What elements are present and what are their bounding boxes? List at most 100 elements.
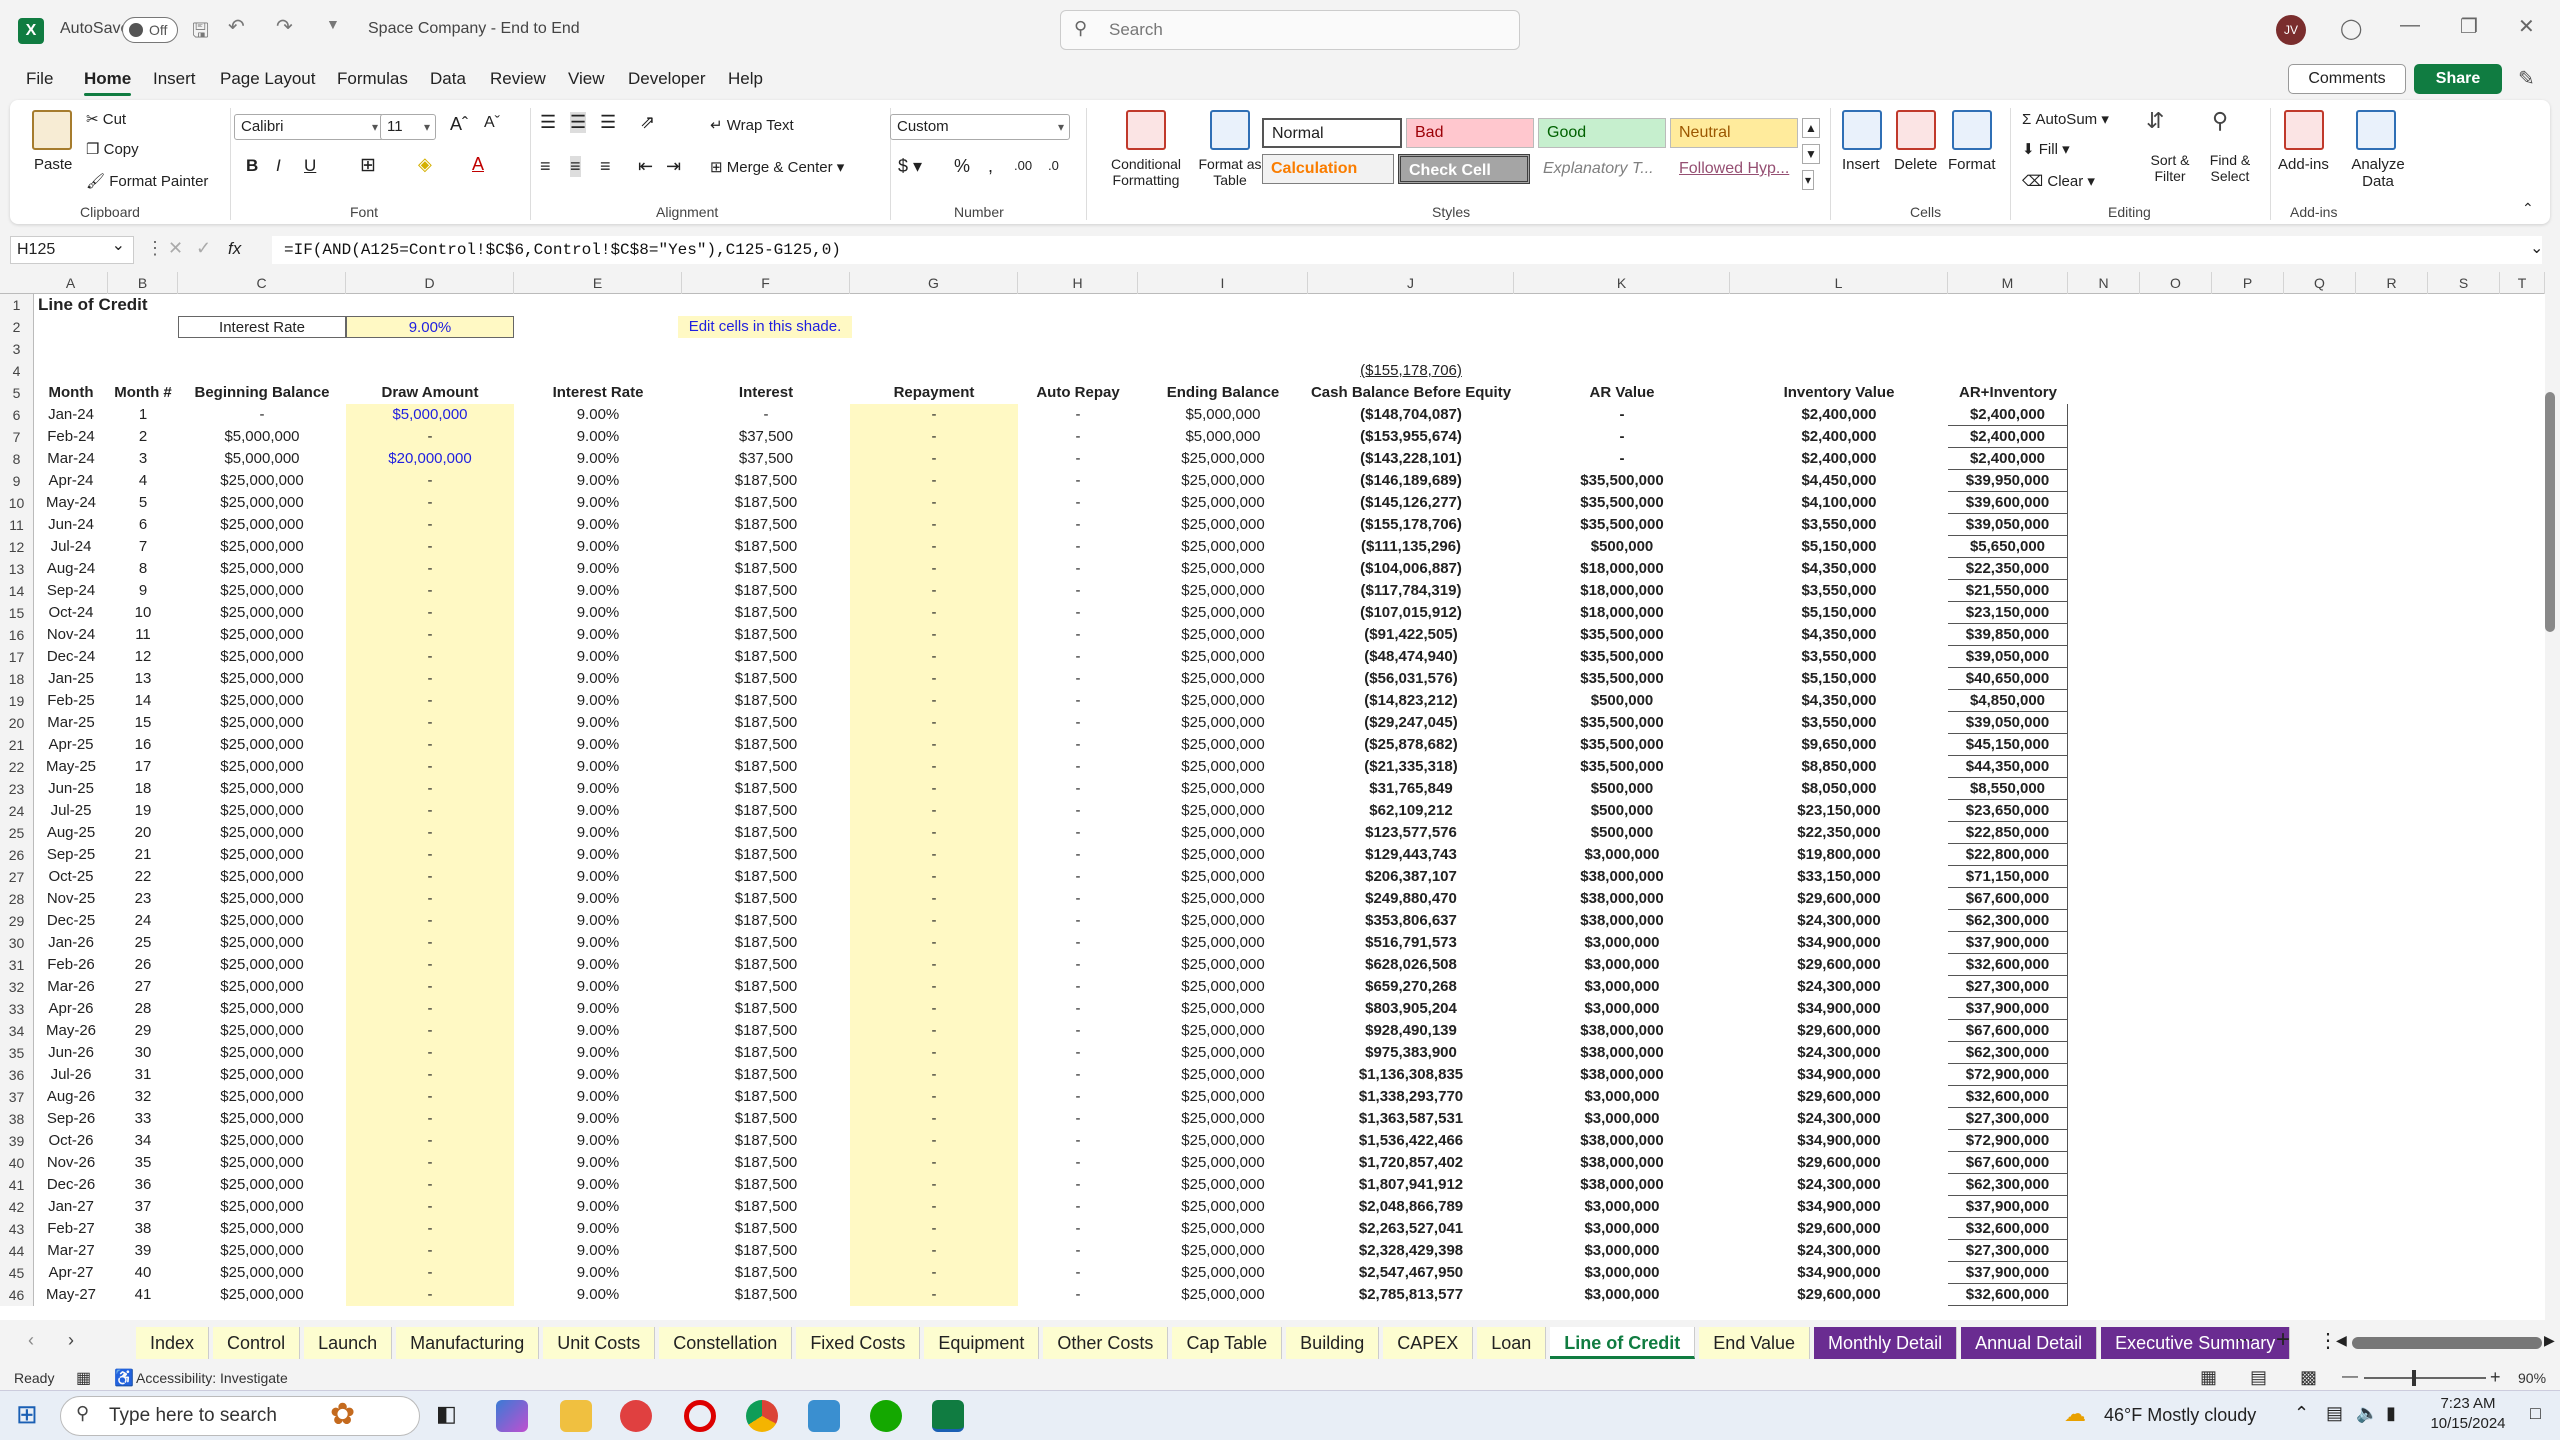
- table-cell[interactable]: 9.00%: [514, 1108, 682, 1130]
- formula-input[interactable]: =IF(AND(A125=Control!$C$6,Control!$C$8="…: [272, 236, 2542, 264]
- avatar[interactable]: JV: [2276, 15, 2306, 45]
- row-header[interactable]: 36: [0, 1064, 34, 1086]
- table-cell[interactable]: $187,500: [682, 1196, 850, 1218]
- table-cell[interactable]: $3,000,000: [1514, 1240, 1730, 1262]
- conditional-formatting-button[interactable]: Conditional Formatting: [1096, 156, 1196, 188]
- table-cell[interactable]: $38,000,000: [1514, 1130, 1730, 1152]
- table-cell[interactable]: $187,500: [682, 646, 850, 668]
- table-cell[interactable]: $5,650,000: [1948, 536, 2068, 558]
- table-cell[interactable]: -: [1018, 1152, 1138, 1174]
- scroll-left-icon[interactable]: ◀: [2336, 1332, 2347, 1349]
- table-cell[interactable]: $187,500: [682, 954, 850, 976]
- table-cell[interactable]: -: [1018, 1042, 1138, 1064]
- table-cell[interactable]: $19,800,000: [1730, 844, 1948, 866]
- table-cell[interactable]: Jun-24: [34, 514, 108, 536]
- table-cell[interactable]: 12: [108, 646, 178, 668]
- tab-file[interactable]: File: [26, 69, 53, 89]
- table-cell[interactable]: $25,000,000: [178, 492, 346, 514]
- cell-area[interactable]: 1 2 3 4 5 6 7 8 9 10 11 12 13 14 15 16 17 18 19 20 21 22 23 24 2…: [0, 272, 2545, 1320]
- cash-balance-min[interactable]: ($155,178,706): [1308, 360, 1514, 382]
- table-cell[interactable]: $22,850,000: [1948, 822, 2068, 844]
- table-cell[interactable]: $34,900,000: [1730, 932, 1948, 954]
- table-cell[interactable]: $71,150,000: [1948, 866, 2068, 888]
- table-cell[interactable]: 9.00%: [514, 778, 682, 800]
- table-cell[interactable]: $187,500: [682, 1174, 850, 1196]
- table-cell[interactable]: $187,500: [682, 668, 850, 690]
- table-cell[interactable]: $29,600,000: [1730, 1020, 1948, 1042]
- table-cell[interactable]: ($111,135,296): [1308, 536, 1514, 558]
- table-cell[interactable]: $2,328,429,398: [1308, 1240, 1514, 1262]
- tab-review[interactable]: Review: [490, 69, 546, 89]
- collapse-ribbon-icon[interactable]: ⌃: [2522, 200, 2534, 217]
- weather-text[interactable]: 46°F Mostly cloudy: [2104, 1405, 2256, 1426]
- table-cell[interactable]: $25,000,000: [178, 1064, 346, 1086]
- redo-icon[interactable]: ↷: [276, 14, 293, 39]
- table-cell[interactable]: 30: [108, 1042, 178, 1064]
- copilot-icon[interactable]: [496, 1400, 528, 1432]
- table-cell[interactable]: -: [346, 470, 514, 492]
- styles-more-icon[interactable]: ▾: [1802, 170, 1815, 190]
- number-format-select[interactable]: Custom: [890, 114, 1070, 140]
- table-cell[interactable]: $187,500: [682, 800, 850, 822]
- table-cell[interactable]: $129,443,743: [1308, 844, 1514, 866]
- row-header[interactable]: 12: [0, 536, 34, 558]
- table-cell[interactable]: Feb-27: [34, 1218, 108, 1240]
- table-cell[interactable]: $34,900,000: [1730, 1262, 1948, 1284]
- increase-indent-icon[interactable]: ⇥: [666, 156, 681, 177]
- table-cell[interactable]: $187,500: [682, 998, 850, 1020]
- table-cell[interactable]: $35,500,000: [1514, 712, 1730, 734]
- table-cell[interactable]: May-25: [34, 756, 108, 778]
- row-header[interactable]: 19: [0, 690, 34, 712]
- row-header[interactable]: 30: [0, 932, 34, 954]
- table-cell[interactable]: $187,500: [682, 1130, 850, 1152]
- table-cell[interactable]: $25,000,000: [178, 866, 346, 888]
- table-cell[interactable]: $8,850,000: [1730, 756, 1948, 778]
- table-cell[interactable]: Jul-24: [34, 536, 108, 558]
- table-cell[interactable]: -: [346, 536, 514, 558]
- align-top-icon[interactable]: ☰: [540, 112, 556, 133]
- sort-filter-button[interactable]: Sort & Filter: [2140, 152, 2200, 184]
- table-cell[interactable]: $25,000,000: [178, 690, 346, 712]
- table-cell[interactable]: $187,500: [682, 1284, 850, 1306]
- save-icon[interactable]: 🖫: [192, 16, 209, 50]
- table-cell[interactable]: $45,150,000: [1948, 734, 2068, 756]
- table-cell[interactable]: -: [346, 558, 514, 580]
- column-title[interactable]: Beginning Balance: [178, 382, 346, 404]
- tab-page-layout[interactable]: Page Layout: [220, 69, 315, 89]
- table-cell[interactable]: 5: [108, 492, 178, 514]
- table-cell[interactable]: -: [850, 910, 1018, 932]
- table-cell[interactable]: $67,600,000: [1948, 888, 2068, 910]
- table-cell[interactable]: $25,000,000: [1138, 844, 1308, 866]
- row-header[interactable]: 7: [0, 426, 34, 448]
- table-cell[interactable]: -: [1018, 1130, 1138, 1152]
- orientation-icon[interactable]: ⇗: [640, 112, 655, 133]
- page-break-view-icon[interactable]: ▩: [2300, 1367, 2317, 1388]
- table-cell[interactable]: Nov-26: [34, 1152, 108, 1174]
- table-cell[interactable]: 9.00%: [514, 668, 682, 690]
- table-cell[interactable]: $500,000: [1514, 536, 1730, 558]
- analyze-data-icon[interactable]: [2356, 110, 2396, 150]
- align-bottom-icon[interactable]: ☰: [600, 112, 616, 133]
- table-cell[interactable]: $29,600,000: [1730, 1284, 1948, 1306]
- table-cell[interactable]: $500,000: [1514, 690, 1730, 712]
- row-header[interactable]: 18: [0, 668, 34, 690]
- addins-button[interactable]: Add-ins: [2278, 156, 2329, 173]
- table-cell[interactable]: -: [850, 976, 1018, 998]
- style-followed-hyperlink[interactable]: Followed Hyp...: [1670, 154, 1798, 184]
- table-cell[interactable]: $187,500: [682, 492, 850, 514]
- table-cell[interactable]: Feb-24: [34, 426, 108, 448]
- sheet-tab-launch[interactable]: Launch: [304, 1327, 393, 1359]
- table-cell[interactable]: 9.00%: [514, 976, 682, 998]
- row-header[interactable]: 46: [0, 1284, 34, 1306]
- table-cell[interactable]: $29,600,000: [1730, 1152, 1948, 1174]
- table-cell[interactable]: $25,000,000: [178, 976, 346, 998]
- table-cell[interactable]: -: [178, 404, 346, 426]
- table-cell[interactable]: 9.00%: [514, 1152, 682, 1174]
- table-cell[interactable]: 20: [108, 822, 178, 844]
- table-cell[interactable]: Jan-24: [34, 404, 108, 426]
- table-cell[interactable]: -: [346, 866, 514, 888]
- row-header[interactable]: 5: [0, 382, 34, 404]
- table-cell[interactable]: Oct-26: [34, 1130, 108, 1152]
- table-cell[interactable]: -: [346, 800, 514, 822]
- table-cell[interactable]: $4,350,000: [1730, 558, 1948, 580]
